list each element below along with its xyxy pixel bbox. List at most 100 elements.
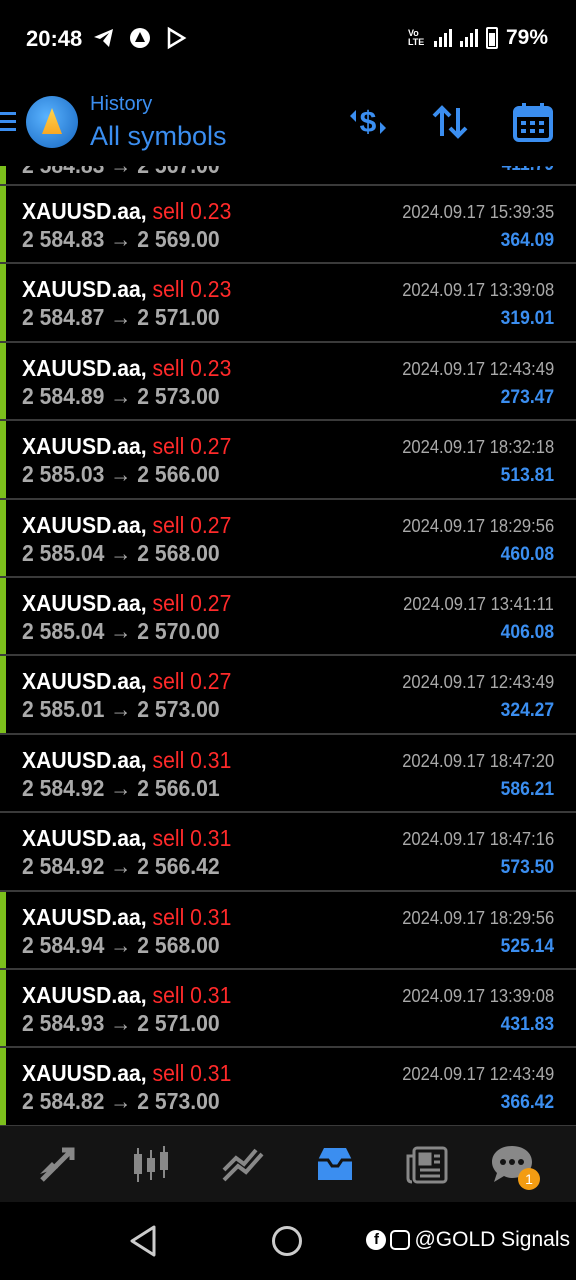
trade-symbol: XAUUSD.aa, sell 0.23 (22, 355, 231, 382)
status-time: 20:48 (26, 26, 83, 51)
list-item[interactable]: XAUUSD.aa, sell 0.31 2 584.93 → 2 571.00 2… (0, 969, 576, 1049)
trade-time: 2024.09.17 12:43:49 (402, 672, 554, 693)
trade-time: 2024.09.17 13:41:11 (403, 593, 554, 614)
list-item[interactable]: XAUUSD.aa, sell 0.27 2 585.04 → 2 570.00 2… (0, 577, 576, 657)
trade-symbol: XAUUSD.aa, sell 0.23 (22, 276, 231, 303)
symbol-filter[interactable]: All symbols (90, 121, 227, 152)
symbol-name: XAUUSD.aa, (22, 746, 147, 773)
trade-time: 2024.09.17 12:43:49 (402, 1064, 554, 1085)
trade-type: sell 0.31 (152, 746, 232, 773)
facebook-icon: f (366, 1230, 387, 1250)
trade-profit: 319.01 (500, 308, 554, 330)
trade-type: sell 0.23 (152, 198, 232, 224)
trade-symbol: XAUUSD.aa, sell 0.31 (22, 747, 231, 774)
symbol-name: XAUUSD.aa, (22, 198, 147, 224)
trade-type: sell 0.23 (152, 276, 232, 303)
trade-symbol: XAUUSD.aa, sell 0.31 (22, 982, 231, 1009)
list-item[interactable]: XAUUSD.aa, sell 0.31 2 584.82 → 2 573.00 2… (0, 1048, 576, 1126)
instagram-icon (390, 1230, 411, 1250)
trade-type: sell 0.27 (152, 668, 232, 695)
chat-icon[interactable]: 1 (490, 1144, 540, 1190)
trade-history-list[interactable]: 2 584.83 → 2 567.00 411.79 XAUUSD.aa, se… (0, 166, 576, 1126)
trade-profit: 573.50 (500, 857, 554, 879)
trade-profit: 513.81 (500, 465, 554, 487)
symbol-name: XAUUSD.aa, (22, 668, 147, 695)
trade-type: sell 0.31 (152, 981, 232, 1008)
app-logo (26, 96, 78, 148)
trade-type: sell 0.31 (152, 1060, 232, 1087)
trade-type: sell 0.23 (152, 354, 232, 381)
sort-icon[interactable] (430, 102, 470, 142)
trade-symbol: XAUUSD.aa, sell 0.31 (22, 904, 231, 931)
battery-percent: 79% (505, 26, 548, 49)
trade-profit: 406.08 (500, 621, 554, 643)
trade-type: sell 0.31 (152, 903, 232, 930)
trade-price: 2 584.92 → 2 566.01 (22, 774, 220, 801)
trade-time: 2024.09.17 18:47:16 (402, 829, 554, 850)
browser-icon (128, 26, 152, 50)
trade-profit: 586.21 (500, 778, 554, 800)
list-item[interactable]: XAUUSD.aa, sell 0.31 2 584.94 → 2 568.00 2… (0, 891, 576, 970)
bottom-nav: 1 (0, 1126, 576, 1202)
news-icon[interactable] (404, 1144, 450, 1186)
list-item-partial[interactable]: 2 584.83 → 2 567.00 411.79 (0, 166, 576, 186)
trade-profit: 525.14 (500, 935, 554, 957)
trade-profit: 364.09 (500, 230, 554, 251)
list-item[interactable]: XAUUSD.aa, sell 0.27 2 585.04 → 2 568.00 2… (0, 499, 576, 578)
trade-time: 2024.09.17 18:32:18 (402, 437, 554, 458)
list-item[interactable]: XAUUSD.aa, sell 0.23 2 584.89 → 2 573.00 2… (0, 342, 576, 422)
trade-price: 2 584.82 → 2 573.00 (22, 1088, 220, 1115)
battery-icon (485, 27, 498, 49)
symbol-name: XAUUSD.aa, (22, 433, 147, 460)
trade-price: 2 585.03 → 2 566.00 (22, 461, 220, 488)
trade-price: 2 584.92 → 2 566.42 (22, 853, 220, 880)
list-item[interactable]: XAUUSD.aa, sell 0.31 2 584.92 → 2 566.42 2… (0, 813, 576, 892)
line-icon[interactable] (220, 1144, 266, 1186)
system-indicators: Vo LTE 79% (408, 26, 548, 50)
list-item[interactable]: XAUUSD.aa, sell 0.23 2 584.87 → 2 571.00 2… (0, 264, 576, 343)
list-item[interactable]: XAUUSD.aa, sell 0.23 2 584.83 → 2 569.00 2… (0, 186, 576, 265)
trade-price: 2 584.93 → 2 571.00 (22, 1009, 220, 1036)
watermark-text: @GOLD Signals (414, 1228, 570, 1251)
menu-icon[interactable] (0, 112, 16, 132)
history-icon[interactable] (312, 1144, 358, 1186)
symbol-name: XAUUSD.aa, (22, 511, 147, 538)
list-item[interactable]: XAUUSD.aa, sell 0.27 2 585.03 → 2 566.00 2… (0, 421, 576, 500)
symbol-name: XAUUSD.aa, (22, 981, 147, 1008)
notification-icons (92, 26, 188, 50)
trade-symbol: XAUUSD.aa, sell 0.23 (22, 198, 231, 225)
trade-symbol: XAUUSD.aa, sell 0.27 (22, 512, 231, 539)
home-icon[interactable] (272, 1226, 302, 1256)
symbol-name: XAUUSD.aa, (22, 589, 147, 616)
trade-profit: 431.83 (500, 1013, 554, 1035)
signal-icon-2 (459, 29, 478, 47)
trade-icon[interactable] (36, 1144, 82, 1186)
trade-time: 2024.09.17 12:43:49 (402, 358, 554, 379)
trade-price: 2 585.04 → 2 570.00 (22, 617, 220, 644)
play-store-icon (164, 26, 188, 50)
trade-time: 2024.09.17 13:39:08 (402, 985, 554, 1006)
calendar-icon[interactable] (512, 102, 553, 142)
trade-profit: 366.42 (500, 1092, 554, 1114)
trade-symbol: XAUUSD.aa, sell 0.27 (22, 433, 231, 460)
back-icon[interactable] (128, 1224, 158, 1263)
trade-type: sell 0.31 (152, 825, 232, 852)
trade-symbol: XAUUSD.aa, sell 0.27 (22, 668, 231, 695)
list-item[interactable]: XAUUSD.aa, sell 0.31 2 584.92 → 2 566.01 2… (0, 735, 576, 814)
trade-symbol: XAUUSD.aa, sell 0.31 (22, 1060, 231, 1087)
page-title: History (90, 93, 153, 115)
currency-exchange-icon[interactable]: $ (346, 102, 386, 142)
symbol-name: XAUUSD.aa, (22, 354, 147, 381)
trade-profit: 460.08 (500, 543, 554, 565)
symbol-name: XAUUSD.aa, (22, 1060, 147, 1087)
trade-price: 2 584.83 → 2 567.00 (22, 166, 220, 179)
trade-type: sell 0.27 (152, 433, 232, 460)
trade-price: 2 584.83 → 2 569.00 (22, 226, 220, 252)
trade-time: 2024.09.17 18:47:20 (402, 750, 554, 771)
chart-icon[interactable] (128, 1144, 174, 1186)
list-item[interactable]: XAUUSD.aa, sell 0.27 2 585.01 → 2 573.00 2… (0, 656, 576, 735)
symbol-name: XAUUSD.aa, (22, 276, 147, 303)
status-bar: 20:48 Vo LTE 79% (0, 0, 576, 76)
trade-time: 2024.09.17 18:29:56 (402, 515, 554, 536)
system-nav-bar: f @GOLD Signals (0, 1202, 576, 1280)
